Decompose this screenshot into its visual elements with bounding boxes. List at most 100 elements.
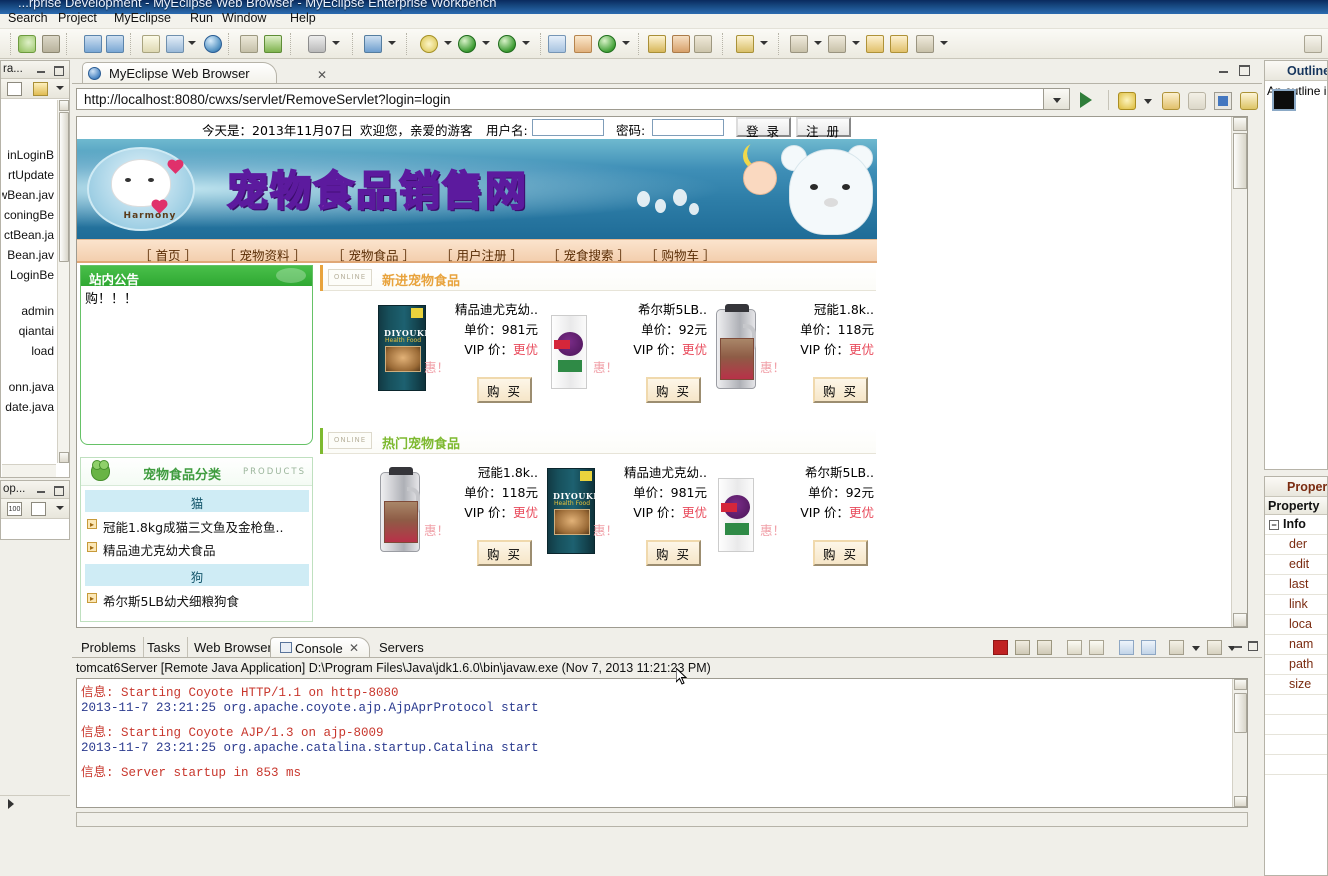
product-card[interactable]: 冠能1.8k.. 单价：118元 VIP 价：更优 惠！ 购 买: [370, 460, 538, 570]
menu-item-window[interactable]: Window: [222, 11, 266, 25]
maximize-icon[interactable]: [53, 65, 64, 76]
buy-button[interactable]: 购 买: [646, 540, 701, 566]
clear-console-icon[interactable]: [1089, 640, 1104, 655]
view-menu-icon[interactable]: [56, 506, 64, 510]
expand-right-icon[interactable]: [8, 799, 14, 809]
properties-tab-label[interactable]: Propert: [1265, 477, 1327, 497]
back-icon[interactable]: [1162, 92, 1180, 110]
tree-item[interactable]: rtUpdate: [8, 168, 54, 182]
minimize-icon[interactable]: [36, 65, 47, 75]
chevron-down-icon[interactable]: [482, 41, 490, 45]
nav-item-pet-info[interactable]: ［ 宠物资料 ］: [223, 245, 306, 264]
scroll-down-icon[interactable]: [1233, 613, 1247, 627]
scroll-thumb[interactable]: [1233, 133, 1247, 189]
product-name[interactable]: 希尔斯5LB..: [805, 462, 874, 481]
next-edit-icon[interactable]: [828, 35, 846, 53]
tree-item[interactable]: Bean.jav: [7, 248, 54, 262]
product-card[interactable]: 冠能1.8k.. 单价：118元 VIP 价：更优 惠！ 购 买: [706, 297, 874, 407]
database-icon[interactable]: [364, 35, 382, 53]
console-vertical-scrollbar[interactable]: [1232, 679, 1247, 807]
undeploy-icon[interactable]: [106, 35, 124, 53]
properties-group-row[interactable]: − Info: [1265, 515, 1327, 535]
tab-servers[interactable]: Servers: [372, 637, 431, 658]
login-button[interactable]: 登 录: [736, 117, 791, 139]
search-icon[interactable]: [672, 35, 690, 53]
new-interface-icon[interactable]: [598, 35, 616, 53]
print-icon[interactable]: [1067, 640, 1082, 655]
bookmark-icon[interactable]: [694, 35, 712, 53]
product-card[interactable]: DIYOUKE Health Food 精品迪尤克幼.. 单价：981元 VIP…: [539, 460, 707, 570]
remove-all-launches-icon[interactable]: [1037, 640, 1052, 655]
nav-item-pet-food[interactable]: ［ 宠物食品 ］: [332, 245, 415, 264]
collapse-all-icon[interactable]: [7, 82, 22, 96]
scroll-thumb[interactable]: [1234, 693, 1247, 733]
chevron-down-icon[interactable]: [332, 41, 340, 45]
save-2-icon[interactable]: [42, 35, 60, 53]
stop-icon[interactable]: [1214, 92, 1232, 110]
chevron-down-icon[interactable]: [814, 41, 822, 45]
chevron-down-icon[interactable]: [188, 41, 196, 45]
chevron-down-icon[interactable]: [852, 41, 860, 45]
product-card[interactable]: 希尔斯5LB.. 单价：92元 VIP 价：更优 惠！ 购 买: [539, 297, 707, 407]
product-name[interactable]: 冠能1.8k..: [478, 462, 538, 481]
properties-row[interactable]: last: [1265, 575, 1327, 595]
register-button[interactable]: 注 册: [796, 117, 851, 139]
properties-row[interactable]: link: [1265, 595, 1327, 615]
tree-item[interactable]: admin: [21, 304, 54, 318]
open-folder-icon[interactable]: [142, 35, 160, 53]
tree-vertical-scrollbar[interactable]: [57, 100, 69, 463]
product-name[interactable]: 冠能1.8k..: [814, 299, 874, 318]
url-input[interactable]: http://localhost:8080/cwxs/servlet/Remov…: [76, 88, 1044, 110]
properties-row[interactable]: der: [1265, 535, 1327, 555]
chevron-down-icon[interactable]: [622, 41, 630, 45]
category-item[interactable]: 冠能1.8kg成猫三文鱼及金枪鱼..: [103, 517, 284, 536]
tree-item[interactable]: qiantai: [19, 324, 54, 338]
new-class-icon[interactable]: [574, 35, 592, 53]
chevron-down-icon[interactable]: [522, 41, 530, 45]
properties-row[interactable]: nam: [1265, 635, 1327, 655]
tab-web-browser[interactable]: Web Browser: [187, 637, 280, 658]
go-icon[interactable]: [1080, 92, 1092, 108]
new-wizard-icon[interactable]: [18, 35, 36, 53]
minimize-icon[interactable]: [1218, 65, 1230, 75]
properties-row[interactable]: path: [1265, 655, 1327, 675]
url-dropdown-button[interactable]: [1044, 88, 1070, 110]
menu-item-myeclipse[interactable]: MyEclipse: [114, 11, 171, 25]
product-card[interactable]: 希尔斯5LB.. 单价：92元 VIP 价：更优 惠！ 购 买: [706, 460, 874, 570]
close-icon[interactable]: ✕: [349, 641, 359, 655]
run-server-icon[interactable]: [166, 35, 184, 53]
page-vertical-scrollbar[interactable]: [1231, 117, 1247, 627]
previous-edit-icon[interactable]: [790, 35, 808, 53]
close-icon[interactable]: ✕: [317, 68, 327, 82]
maximize-icon[interactable]: [53, 485, 64, 496]
chevron-down-icon[interactable]: [940, 41, 948, 45]
toolbar-overflow-icon[interactable]: [1304, 35, 1322, 53]
properties-row[interactable]: size: [1265, 675, 1327, 695]
scroll-down-icon[interactable]: [59, 452, 69, 463]
view-menu-icon[interactable]: [56, 86, 64, 90]
nav-item-home[interactable]: ［ 首页 ］: [139, 245, 197, 264]
maximize-icon[interactable]: [1238, 65, 1250, 76]
package-explorer-tree[interactable]: inLoginB rtUpdate wBean.jav coningBe ctB…: [2, 100, 56, 463]
home-icon[interactable]: [1272, 89, 1296, 111]
hundred-percent-icon[interactable]: 100: [7, 502, 22, 516]
snapshot-icon[interactable]: [308, 35, 326, 53]
forward-arrow-icon[interactable]: [890, 35, 908, 53]
minimize-icon[interactable]: [36, 485, 47, 495]
category-item[interactable]: 精品迪尤克幼犬食品: [103, 540, 216, 559]
chevron-down-icon[interactable]: [444, 41, 452, 45]
chevron-down-icon[interactable]: [1192, 646, 1200, 651]
minimize-icon[interactable]: [1233, 640, 1244, 650]
nav-item-cart[interactable]: ［ 购物车 ］: [645, 245, 715, 264]
scroll-up-icon[interactable]: [1234, 679, 1247, 690]
link-with-editor-icon[interactable]: [33, 82, 48, 96]
password-input[interactable]: [652, 119, 724, 136]
product-name[interactable]: 精品迪尤克幼..: [455, 299, 538, 318]
open-console-icon[interactable]: [1207, 640, 1222, 655]
menu-item-search[interactable]: Search: [8, 11, 48, 25]
menu-item-run[interactable]: Run: [190, 11, 213, 25]
scroll-up-icon[interactable]: [1233, 117, 1247, 131]
chevron-down-icon[interactable]: [1144, 99, 1152, 104]
scroll-thumb[interactable]: [59, 112, 69, 262]
outline-tab-label[interactable]: Outline: [1265, 61, 1327, 81]
